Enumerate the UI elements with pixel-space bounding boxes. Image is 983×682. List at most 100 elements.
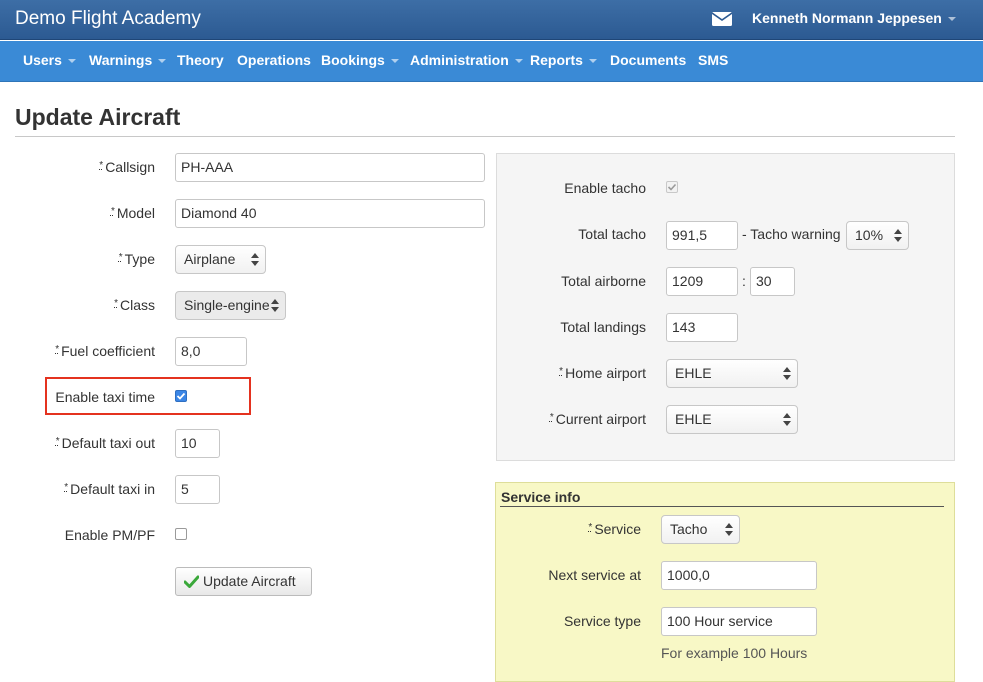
select-value: 10% [855,227,884,243]
callsign-label: * Callsign [99,159,155,175]
check-icon [183,575,200,588]
select-value: Single-engine [184,297,270,313]
service-select[interactable]: Tacho [661,515,740,544]
select-arrows-icon [783,413,791,426]
taxi-in-label: * Default taxi in [64,481,155,497]
select-arrows-icon [783,367,791,380]
required-mark: * [114,298,118,309]
enable-tacho-checkbox[interactable] [666,181,678,193]
next-service-input[interactable]: 1000,0 [661,561,817,590]
class-label: * Class [114,297,155,313]
checkmark-icon [667,183,677,191]
callsign-input[interactable]: PH-AAA [175,153,485,182]
envelope-icon[interactable] [711,12,733,26]
select-arrows-icon [251,253,259,266]
airborne-minutes-input[interactable]: 30 [750,267,795,296]
required-mark: * [99,160,104,171]
brand-title[interactable]: Demo Flight Academy [15,8,201,30]
select-value: EHLE [675,365,712,381]
nav-label: Operations [237,52,311,68]
tacho-warning-label: - Tacho warning [742,226,841,242]
label-text: Current airport [555,411,646,427]
model-input[interactable]: Diamond 40 [175,199,485,228]
taxi-time-checkbox[interactable] [175,390,187,402]
required-mark: * [55,344,60,355]
current-airport-select[interactable]: EHLE [666,405,798,434]
enable-tacho-label: Enable tacho [564,180,646,196]
nav-label: SMS [698,52,729,68]
select-value: Airplane [184,251,236,267]
pmpf-checkbox[interactable] [175,528,187,540]
nav-label: Warnings [89,52,153,68]
nav-label: Users [23,52,62,68]
required-mark: * [559,366,564,377]
total-airborne-label: Total airborne [561,273,646,289]
nav-label: Theory [177,52,224,68]
label-text: Class [119,297,155,313]
user-name: Kenneth Normann Jeppesen [752,10,942,26]
nav-label: Documents [610,52,687,68]
type-label: * Type [119,251,155,267]
required-mark: * [110,206,115,217]
label-text: Default taxi in [70,481,155,497]
pmpf-label: Enable PM/PF [64,527,155,543]
nav-item-sms[interactable]: SMS [698,52,728,68]
select-value: EHLE [675,411,712,427]
label-text: Service [594,521,641,537]
current-airport-label: * Current airport [550,411,646,427]
total-tacho-label: Total tacho [578,226,646,242]
total-landings-label: Total landings [560,319,646,335]
service-type-input[interactable]: 100 Hour service [661,607,817,636]
required-mark: * [118,252,123,263]
taxi-out-input[interactable]: 10 [175,429,220,458]
total-landings-input[interactable]: 143 [666,313,738,342]
required-mark: * [588,522,593,533]
label-text: Callsign [105,159,155,175]
nav-item-users[interactable]: Users [23,52,76,68]
page-title: Update Aircraft [15,104,181,130]
user-menu[interactable]: Kenneth Normann Jeppesen [752,10,956,26]
nav-label: Bookings [321,52,385,68]
label-text: Home airport [565,365,646,381]
tacho-warning-select[interactable]: 10% [846,221,909,250]
button-label: Update Aircraft [203,573,296,589]
taxi-in-input[interactable]: 5 [175,475,220,504]
airborne-separator: : [742,273,746,289]
model-label: * Model [111,205,155,221]
select-arrows-icon [725,523,733,536]
next-service-label: Next service at [548,567,641,583]
nav-item-bookings[interactable]: Bookings [321,52,399,68]
chevron-down-icon [947,17,956,22]
type-select[interactable]: Airplane [175,245,266,274]
title-divider [15,136,955,137]
nav-item-documents[interactable]: Documents [610,52,686,68]
required-mark: * [55,436,60,447]
top-bar: Demo Flight Academy Kenneth Normann Jepp… [0,0,983,40]
nav-item-operations[interactable]: Operations [237,52,311,68]
taxi-time-label: Enable taxi time [55,389,155,405]
nav-item-reports[interactable]: Reports [530,52,597,68]
required-mark: * [64,482,69,493]
checkmark-icon [176,392,186,400]
nav-item-administration[interactable]: Administration [410,52,523,68]
home-airport-select[interactable]: EHLE [666,359,798,388]
required-mark: * [549,412,554,423]
select-arrows-icon [894,229,902,242]
select-value: Tacho [670,521,708,537]
service-label: * Service [588,521,641,537]
label-text: Fuel coefficient [61,343,155,359]
fuel-coefficient-label: * Fuel coefficient [55,343,155,359]
service-info-title: Service info [501,489,581,505]
taxi-out-label: * Default taxi out [56,435,155,451]
nav-item-warnings[interactable]: Warnings [89,52,167,68]
nav-label: Administration [410,52,509,68]
nav-item-theory[interactable]: Theory [177,52,224,68]
chevron-down-icon [67,59,76,64]
chevron-down-icon [514,59,523,64]
class-select[interactable]: Single-engine [175,291,286,320]
airborne-hours-input[interactable]: 1209 [666,267,738,296]
total-tacho-input[interactable]: 991,5 [666,221,738,250]
main-nav: Users Warnings Theory Operations Booking… [0,41,983,82]
fuel-coefficient-input[interactable]: 8,0 [175,337,247,366]
update-aircraft-button[interactable]: Update Aircraft [175,567,312,596]
